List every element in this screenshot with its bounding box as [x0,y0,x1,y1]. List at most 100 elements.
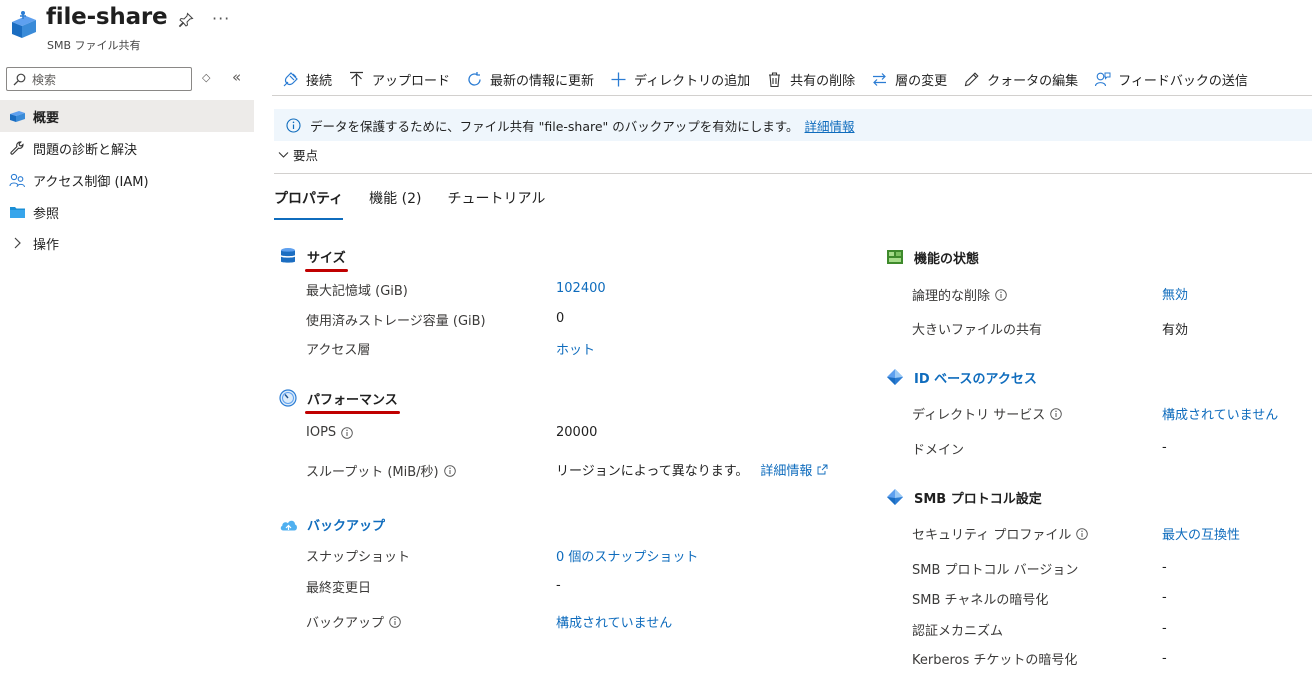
chevron-right-icon [8,235,26,251]
backup-value[interactable]: 構成されていません [556,612,672,631]
storage-icon [278,246,298,266]
info-icon[interactable] [1076,527,1089,540]
feedback-button[interactable]: フィードバックの送信 [1094,65,1248,95]
tab-features[interactable]: 機能 (2) [369,188,421,220]
smb-settings-title: SMB プロトコル設定 [914,491,1042,507]
directory-service-label: ディレクトリ サービス [912,404,1062,423]
smb-channel-encryption-label: SMB チャネルの暗号化 [912,593,1049,608]
throughput-learn-more-link[interactable]: 詳細情報 [760,460,812,479]
access-tier-value[interactable]: ホット [556,339,595,358]
nav-item-label: アクセス制御 (IAM) [33,174,149,190]
swap-icon [873,73,887,86]
info-icon[interactable] [995,288,1007,301]
smb-settings-section-header: SMB プロトコル設定 [885,487,1042,507]
info-icon[interactable] [341,426,353,439]
feedback-icon [1095,72,1111,87]
backup-section-title: バックアップ [307,518,386,534]
expand-collapse-icon[interactable]: ◇ [202,71,210,84]
diamond-icon [885,367,905,387]
page-title: file-share [46,4,168,30]
info-icon[interactable] [443,464,456,477]
nav-item-iam[interactable]: アクセス制御 (IAM) [0,164,254,196]
folder-icon [8,204,26,220]
file-share-icon [12,11,36,38]
banner-text: データを保護するために、ファイル共有 "file-share" のバックアップを… [310,118,799,134]
kerberos-encryption-value: - [1162,651,1167,666]
trash-icon [769,72,781,88]
size-section-title: サイズ [305,247,348,272]
directory-service-value[interactable]: 構成されていません [1162,404,1278,423]
last-modified-value: - [556,578,561,593]
nav-item-diagnose[interactable]: 問題の診断と解決 [0,132,254,164]
throughput-label: スループット (MiB/秒) [306,461,456,480]
page-header: file-share SMB ファイル共有 ··· [0,0,1312,60]
feature-status-icon [885,247,905,267]
connect-button[interactable]: 接続 [282,65,332,95]
security-profile-label: セキュリティ プロファイル [912,524,1089,543]
performance-section-header: パフォーマンス [278,388,400,414]
nav-item-overview[interactable]: 概要 [0,100,254,132]
max-storage-value[interactable]: 102400 [556,281,606,296]
snapshot-label: スナップショット [306,550,411,565]
domain-value: - [1162,440,1167,455]
smb-protocol-version-label: SMB プロトコル バージョン [912,563,1079,578]
tab-tutorials[interactable]: チュートリアル [447,188,545,220]
nav-item-browse[interactable]: 参照 [0,196,254,228]
throughput-value: リージョンによって異なります。 詳細情報 [556,460,828,479]
info-icon[interactable] [1050,407,1062,420]
auth-mechanism-value: - [1162,621,1167,636]
left-nav: 検索 ◇ « 概要 問題の診断と解決 アクセス制御 (IAM) 参照 操作 [0,64,256,680]
banner-learn-more-link[interactable]: 詳細情報 [805,116,855,135]
max-storage-label: 最大記憶域 (GiB) [306,284,408,299]
collapse-nav-icon[interactable]: « [232,68,241,86]
refresh-button[interactable]: 最新の情報に更新 [466,65,594,95]
kerberos-encryption-label: Kerberos チケットの暗号化 [912,653,1078,668]
wrench-icon [8,140,26,156]
people-icon [8,172,26,188]
divider [274,173,1312,174]
plug-icon [283,72,298,87]
tab-properties[interactable]: プロパティ [274,188,344,220]
page-subtitle: SMB ファイル共有 [47,39,141,52]
iops-value: 20000 [556,425,598,440]
nav-item-operations[interactable]: 操作 [0,227,254,259]
plus-icon [611,72,626,87]
identity-access-section-header[interactable]: ID ベースのアクセス [885,367,1037,387]
used-storage-label: 使用済みストレージ容量 (GiB) [306,314,486,329]
tab-bar: プロパティ 機能 (2) チュートリアル [274,188,571,220]
feature-status-section-header: 機能の状態 [885,247,979,267]
backup-info-banner: データを保護するために、ファイル共有 "file-share" のバックアップを… [274,109,1312,141]
command-bar: 接続 アップロード 最新の情報に更新 ディレクトリの追加 共有の削除 層の変更 … [272,64,1312,96]
backup-label: バックアップ [306,612,401,631]
nav-item-label: 問題の診断と解決 [33,142,138,158]
security-profile-value[interactable]: 最大の互換性 [1162,524,1240,543]
more-actions-icon[interactable]: ··· [212,9,230,28]
info-icon[interactable] [389,615,401,628]
edit-quota-button[interactable]: クォータの編集 [963,65,1078,95]
domain-label: ドメイン [912,443,965,458]
large-file-share-value: 有効 [1162,323,1189,338]
cloud-backup-icon [278,514,298,534]
change-tier-button[interactable]: 層の変更 [871,65,947,95]
iops-label: IOPS [306,425,353,440]
backup-section-header[interactable]: バックアップ [278,514,385,534]
nav-item-label: 参照 [33,206,60,222]
add-directory-button[interactable]: ディレクトリの追加 [610,65,750,95]
pin-icon[interactable] [178,12,194,28]
chevron-down-icon [278,152,289,158]
external-link-icon [817,464,828,475]
search-placeholder: 検索 [32,72,57,87]
snapshot-value[interactable]: 0 個のスナップショット [556,546,698,565]
smb-protocol-version-value: - [1162,560,1167,575]
performance-section-title: パフォーマンス [305,389,400,414]
delete-share-button[interactable]: 共有の削除 [766,65,855,95]
search-icon [13,73,26,85]
size-section-header: サイズ [278,246,348,272]
upload-icon [350,71,364,86]
soft-delete-value[interactable]: 無効 [1162,284,1188,303]
upload-button[interactable]: アップロード [348,65,450,95]
essentials-toggle[interactable]: 要点 [278,145,318,164]
search-input[interactable]: 検索 [6,67,192,91]
last-modified-label: 最終変更日 [306,581,372,596]
smb-channel-encryption-value: - [1162,590,1167,605]
